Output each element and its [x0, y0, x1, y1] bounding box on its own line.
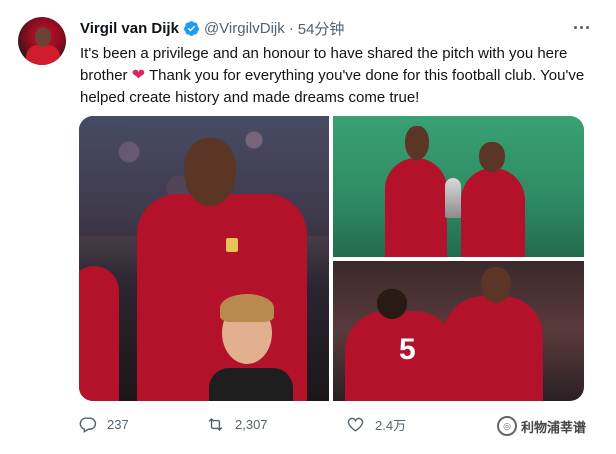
separator-dot: · [288, 19, 294, 37]
player-head [184, 138, 236, 206]
wechat-watermark-icon: ◎ [497, 416, 517, 436]
like-count: 2.4万 [375, 417, 407, 433]
reply-count: 237 [107, 416, 129, 432]
tweet-timestamp[interactable]: 54分钟 [298, 18, 345, 39]
player-front-body [443, 296, 543, 401]
player-one-head [405, 126, 429, 160]
more-options-icon[interactable] [566, 17, 596, 37]
mascot-hair [220, 294, 274, 322]
verified-icon [183, 20, 200, 37]
retweet-count: 2,307 [235, 416, 268, 432]
player-front-head [481, 267, 511, 303]
mascot-body [209, 368, 293, 401]
reply-icon [79, 416, 97, 433]
retweet-button[interactable]: 2,307 [206, 412, 268, 436]
more-dot [573, 25, 577, 29]
more-dot [579, 25, 583, 29]
club-crest [226, 238, 238, 252]
shirt-number-five: 5 [399, 333, 416, 366]
tweet-text-part2: Thank you for everything you've done for… [80, 67, 585, 106]
trophy-icon [445, 178, 461, 218]
photo-players-trophy[interactable] [333, 116, 584, 257]
like-button[interactable]: 2.4万 [346, 412, 406, 436]
more-dot [585, 25, 589, 29]
teammate-left [79, 266, 119, 401]
tweet: Virgil van Dijk @VirgilvDijk · 54分钟 It's… [0, 0, 616, 454]
avatar-face [35, 27, 51, 47]
tweet-text: It's been a privilege and an honour to h… [80, 43, 600, 109]
player-two-head [479, 142, 505, 172]
heart-icon [347, 417, 364, 432]
avatar-shirt [26, 45, 60, 65]
reply-button[interactable]: 237 [78, 412, 129, 436]
player-back-head [377, 289, 407, 319]
author-name[interactable]: Virgil van Dijk [80, 20, 179, 37]
photo-player-anthem[interactable] [79, 116, 329, 401]
media-grid: 5 [79, 116, 584, 401]
watermark: ◎ 利物浦莘谱 [497, 414, 586, 438]
retweet-icon [208, 417, 223, 431]
player-two-body [461, 168, 525, 257]
watermark-text: 利物浦莘谱 [521, 419, 587, 435]
red-heart-emoji: ❤ [131, 67, 146, 84]
player-one-body [385, 158, 447, 257]
avatar[interactable] [18, 17, 66, 65]
photo-players-celebration[interactable]: 5 [333, 261, 584, 401]
tweet-header: Virgil van Dijk @VirgilvDijk · 54分钟 [80, 17, 344, 39]
author-handle[interactable]: @VirgilvDijk [204, 20, 285, 37]
